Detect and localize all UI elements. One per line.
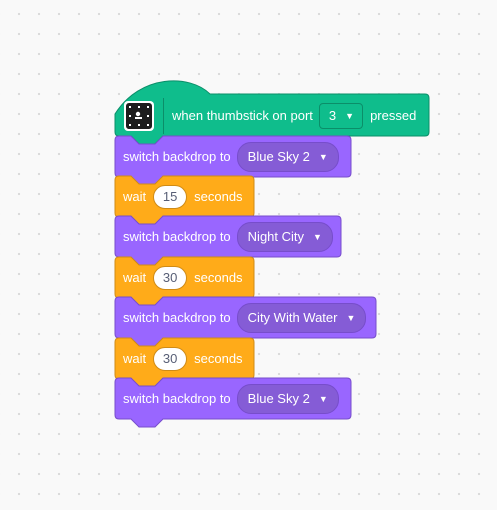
port-dropdown[interactable]: 3 ▼	[318, 102, 364, 129]
backdrop-dropdown[interactable]: Blue Sky 2 ▼	[236, 383, 339, 414]
backdrop-dropdown[interactable]: City With Water ▼	[236, 302, 367, 333]
block-suffix: seconds	[194, 270, 243, 285]
chevron-down-icon: ▼	[313, 231, 322, 242]
hat-label-before: when thumbstick on port	[172, 108, 313, 123]
port-value: 3	[328, 108, 337, 123]
code-workspace[interactable]: when thumbstick on port 3 ▼ pressed swit…	[0, 0, 497, 510]
backdrop-dropdown[interactable]: Night City ▼	[236, 221, 333, 252]
backdrop-value: Night City	[247, 229, 305, 244]
block-label: switch backdrop to	[123, 229, 231, 244]
extension-icon-container	[115, 97, 164, 134]
seconds-input[interactable]: 30	[153, 346, 188, 371]
hat-label-after: pressed	[370, 108, 417, 123]
seconds-input[interactable]: 30	[153, 265, 188, 290]
backdrop-value: Blue Sky 2	[247, 149, 310, 164]
switch-backdrop-block[interactable]: switch backdrop to Blue Sky 2 ▼	[114, 377, 352, 428]
switch-backdrop-block[interactable]: switch backdrop to City With Water ▼	[114, 296, 377, 347]
block-label: wait	[123, 351, 147, 366]
chevron-down-icon: ▼	[318, 151, 328, 162]
backdrop-value: Blue Sky 2	[247, 391, 310, 406]
wait-seconds-block[interactable]: wait 30 seconds	[114, 256, 255, 307]
thumbstick-device-icon	[124, 100, 154, 131]
chevron-down-icon: ▼	[345, 110, 355, 121]
block-label: switch backdrop to	[123, 310, 231, 325]
wait-seconds-block[interactable]: wait 30 seconds	[114, 337, 255, 388]
chevron-down-icon: ▼	[318, 393, 328, 404]
block-suffix: seconds	[194, 351, 243, 366]
wait-seconds-block[interactable]: wait 15 seconds	[114, 175, 255, 226]
block-label: wait	[123, 270, 147, 285]
block-label: switch backdrop to	[123, 149, 231, 164]
chevron-down-icon: ▼	[346, 312, 356, 323]
backdrop-value: City With Water	[247, 310, 338, 325]
switch-backdrop-block[interactable]: switch backdrop to Night City ▼	[114, 215, 342, 266]
when-thumbstick-pressed-hat-block[interactable]: when thumbstick on port 3 ▼ pressed	[114, 80, 430, 145]
backdrop-dropdown[interactable]: Blue Sky 2 ▼	[236, 141, 339, 172]
switch-backdrop-block[interactable]: switch backdrop to Blue Sky 2 ▼	[114, 135, 352, 186]
block-suffix: seconds	[194, 189, 243, 204]
block-label: switch backdrop to	[123, 391, 231, 406]
seconds-input[interactable]: 15	[153, 184, 188, 209]
block-label: wait	[123, 189, 147, 204]
